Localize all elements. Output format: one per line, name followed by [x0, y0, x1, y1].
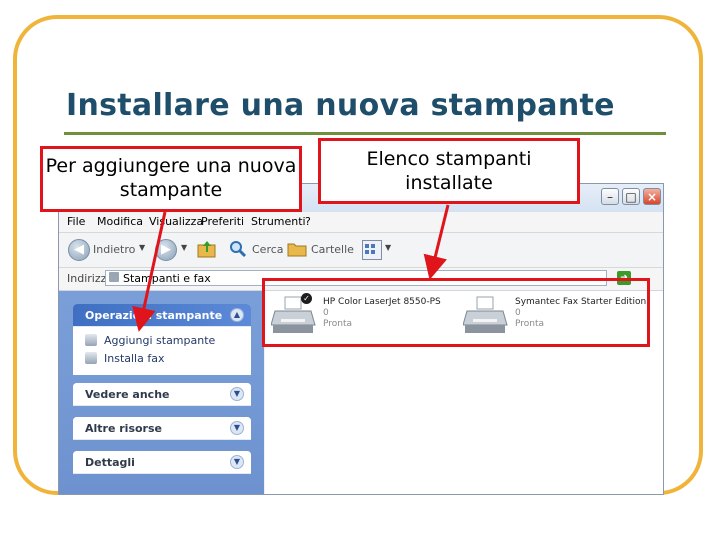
arrow-to-printer-list [423, 204, 450, 280]
arrow-to-add-printer [132, 211, 167, 332]
annotation-arrows [132, 204, 450, 332]
